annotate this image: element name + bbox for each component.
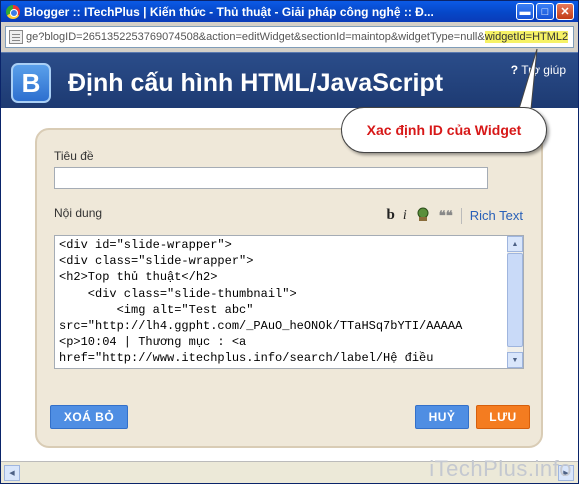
widget-config-panel: Tiêu đề Nội dung b i ❝❝ Rich Text <div i… bbox=[35, 128, 543, 448]
browser-window: Blogger :: ITechPlus | Kiến thức - Thủ t… bbox=[0, 0, 579, 484]
vertical-scrollbar[interactable]: ▲ ▼ bbox=[507, 236, 523, 368]
title-bar[interactable]: Blogger :: ITechPlus | Kiến thức - Thủ t… bbox=[1, 1, 578, 22]
delete-button[interactable]: XOÁ BỎ bbox=[50, 405, 128, 429]
rich-text-link[interactable]: Rich Text bbox=[470, 208, 523, 223]
cancel-button[interactable]: HUỶ bbox=[415, 405, 469, 429]
close-button[interactable]: ✕ bbox=[556, 3, 574, 20]
url-text: ge?blogID=2651352253769074508&action=edi… bbox=[26, 31, 485, 43]
editor-toolbar: b i ❝❝ Rich Text bbox=[387, 206, 523, 225]
scroll-up-icon[interactable]: ▲ bbox=[507, 236, 523, 252]
image-icon bbox=[417, 207, 429, 221]
dialog-content: Tiêu đề Nội dung b i ❝❝ Rich Text <div i… bbox=[1, 108, 578, 461]
page-title: Định cấu hình HTML/JavaScript bbox=[68, 69, 444, 97]
page-icon bbox=[9, 30, 23, 44]
url-highlight: widgetId=HTML2 bbox=[484, 31, 569, 43]
scroll-left-icon[interactable]: ◀ bbox=[4, 465, 20, 481]
title-input[interactable] bbox=[54, 167, 488, 189]
maximize-button[interactable]: □ bbox=[536, 3, 554, 20]
scrollbar-thumb[interactable] bbox=[507, 253, 523, 347]
title-label: Tiêu đề bbox=[54, 149, 94, 163]
quote-button[interactable]: ❝❝ bbox=[439, 208, 453, 224]
chrome-icon bbox=[6, 4, 20, 19]
window-title: Blogger :: ITechPlus | Kiến thức - Thủ t… bbox=[24, 4, 434, 19]
watermark-text: iTechPlus.info bbox=[429, 456, 572, 481]
italic-button[interactable]: i bbox=[403, 208, 407, 224]
url-field[interactable]: ge?blogID=2651352253769074508&action=edi… bbox=[5, 26, 574, 48]
image-button[interactable] bbox=[415, 206, 431, 225]
save-button[interactable]: LƯU bbox=[476, 405, 530, 429]
content-textarea[interactable]: <div id="slide-wrapper"> <div class="sli… bbox=[54, 235, 524, 369]
callout-arrow bbox=[518, 48, 538, 110]
blogger-logo-icon: B bbox=[11, 63, 51, 103]
toolbar-divider bbox=[460, 207, 462, 224]
annotation-callout: Xac định ID của Widget bbox=[341, 107, 547, 153]
code-content: <div id="slide-wrapper"> <div class="sli… bbox=[59, 238, 463, 366]
content-label: Nội dung bbox=[54, 206, 103, 220]
minimize-button[interactable]: ▬ bbox=[516, 3, 534, 20]
scroll-down-icon[interactable]: ▼ bbox=[507, 352, 523, 368]
bold-button[interactable]: b bbox=[387, 207, 395, 224]
